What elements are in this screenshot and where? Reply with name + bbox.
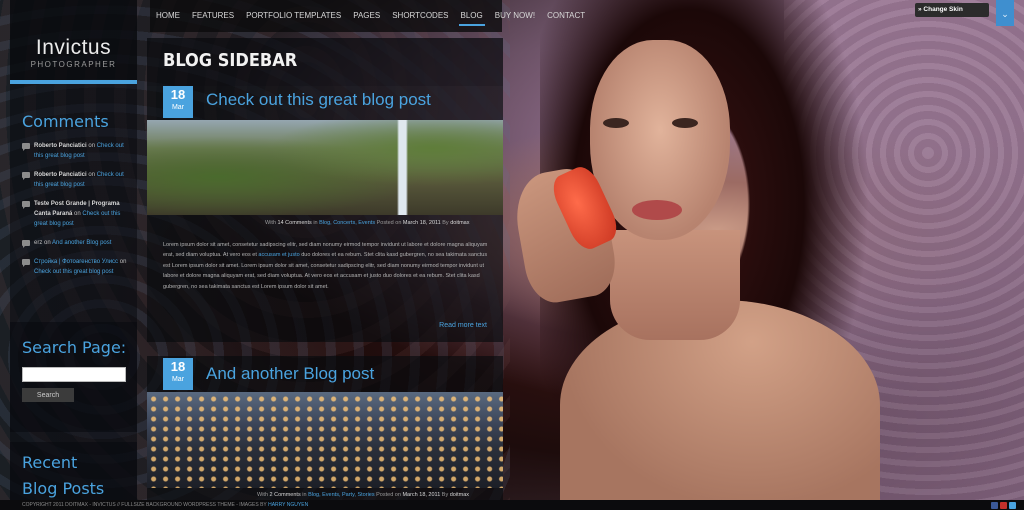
comment-item: Teste Post Grande | Programa Canta Paran…	[10, 199, 137, 229]
chevron-down-icon: ⌄	[1001, 9, 1009, 19]
search-input[interactable]	[22, 367, 126, 382]
comment-text: Roberto Panciatici on Check out this gre…	[34, 141, 134, 161]
blog-post: 18 Mar Check out this great blog post Wi…	[147, 86, 503, 342]
model-neck	[610, 230, 740, 340]
meta-with: With	[265, 220, 276, 226]
post-thumbnail-waterfall[interactable]	[147, 120, 503, 215]
date-badge: 18 Mar	[163, 86, 193, 118]
footer-credit-link[interactable]: HARRY NGUYEN	[268, 502, 308, 508]
search-title: Search Page:	[22, 338, 127, 357]
comment-on: on	[119, 259, 127, 265]
main-nav: HOME FEATURES PORTFOLIO TEMPLATES PAGES …	[150, 0, 585, 32]
comment-on: on	[44, 240, 51, 246]
search-widget: Search Page: Search	[10, 322, 137, 432]
comment-author[interactable]: Roberto Panciatici	[34, 172, 87, 178]
post-date: March 18, 2011	[402, 492, 441, 498]
comment-on: on	[88, 143, 96, 149]
meta-by: By	[441, 492, 449, 498]
page-title: BLOG SIDEBAR	[147, 38, 503, 86]
search-button[interactable]: Search	[22, 388, 74, 402]
recent-posts-title: Recent Blog Posts	[22, 453, 105, 498]
meta-in: in	[313, 220, 318, 226]
post-title[interactable]: Check out this great blog post	[206, 90, 431, 110]
footer-copyright: COPYRIGHT 2011 DOITMAX - INVICTUS // FUL…	[22, 502, 267, 508]
comment-on: on	[74, 211, 81, 217]
comments-title: Comments	[22, 112, 109, 131]
nav-home[interactable]: HOME	[150, 0, 186, 32]
model-lips	[632, 200, 682, 220]
post-meta: With 14 Comments in Blog, Concerts, Even…	[265, 220, 469, 226]
excerpt-link[interactable]: accusam et justo	[258, 252, 299, 258]
comment-author[interactable]: Roberto Panciatici	[34, 143, 87, 149]
post-title[interactable]: And another Blog post	[206, 364, 374, 384]
comment-on: on	[88, 172, 96, 178]
comment-author: erz	[34, 240, 43, 246]
post-categories[interactable]: Blog, Concerts, Events	[319, 220, 375, 226]
meta-posted: Posted on	[376, 220, 402, 226]
comment-text: Roberto Panciatici on Check out this gre…	[34, 170, 134, 190]
comment-item: erz on And another Blog post	[10, 238, 137, 248]
meta-by: By	[442, 220, 449, 226]
change-skin-button[interactable]: » Change Skin	[915, 3, 989, 17]
nav-blog[interactable]: BLOG	[455, 0, 489, 32]
comment-bubble-icon	[22, 201, 30, 209]
nav-buy-now[interactable]: BUY NOW!	[489, 0, 541, 32]
nav-pages[interactable]: PAGES	[347, 0, 386, 32]
meta-in: in	[302, 492, 307, 498]
main-content: BLOG SIDEBAR 18 Mar Check out this great…	[147, 38, 503, 500]
post-meta: With 2 Comments in Blog, Events, Party, …	[257, 492, 469, 498]
recent-posts-widget: Recent Blog Posts	[10, 442, 137, 500]
date-month: Mar	[171, 104, 185, 111]
youtube-icon[interactable]	[1000, 502, 1007, 509]
comment-bubble-icon	[22, 259, 30, 267]
comment-text: erz on And another Blog post	[34, 238, 134, 248]
comment-post-link[interactable]: And another Blog post	[52, 240, 111, 246]
model-eye	[672, 118, 698, 128]
comment-author[interactable]: Стройка | Фотоагенство Улисс	[34, 259, 118, 265]
post-thumbnail-city[interactable]	[147, 392, 503, 488]
nav-features[interactable]: FEATURES	[186, 0, 240, 32]
post-author[interactable]: doitmax	[450, 220, 469, 226]
comment-bubble-icon	[22, 143, 30, 151]
date-day: 18	[170, 87, 186, 102]
comments-widget: Comments Roberto Panciatici on Check out…	[10, 84, 137, 277]
comment-count[interactable]: 14 Comments	[278, 220, 312, 226]
facebook-icon[interactable]	[991, 502, 998, 509]
fullscreen-toggle[interactable]: ⌄	[996, 0, 1014, 26]
meta-with: With	[257, 492, 268, 498]
read-more-link[interactable]: Read more text	[439, 322, 487, 329]
model-eye	[603, 118, 629, 128]
comment-post-link[interactable]: Check out this great blog post	[34, 269, 113, 275]
date-day: 18	[170, 359, 186, 374]
footer: COPYRIGHT 2011 DOITMAX - INVICTUS // FUL…	[0, 500, 1024, 510]
nav-portfolio-templates[interactable]: PORTFOLIO TEMPLATES	[240, 0, 347, 32]
post-excerpt: Lorem ipsum dolor sit amet, consetetur s…	[163, 240, 495, 292]
comment-item: Roberto Panciatici on Check out this gre…	[10, 141, 137, 161]
comment-count[interactable]: 2 Comments	[270, 492, 301, 498]
post-categories[interactable]: Blog, Events, Party, Stories	[308, 492, 375, 498]
date-month: Mar	[171, 376, 185, 383]
post-author[interactable]: doitmax	[450, 492, 469, 498]
social-links	[991, 502, 1016, 509]
logo-subtitle: PHOTOGRAPHER	[30, 60, 117, 69]
sidebar: Invictus PHOTOGRAPHER Comments Roberto P…	[10, 0, 137, 500]
rss-icon[interactable]	[1009, 502, 1016, 509]
blog-post: 18 Mar And another Blog post With 2 Comm…	[147, 356, 503, 500]
date-badge: 18 Mar	[163, 358, 193, 390]
comment-text: Teste Post Grande | Programa Canta Paran…	[34, 199, 134, 229]
nav-shortcodes[interactable]: SHORTCODES	[386, 0, 454, 32]
comment-text: Стройка | Фотоагенство Улисс on Check ou…	[34, 257, 134, 277]
site-logo[interactable]: Invictus PHOTOGRAPHER	[10, 0, 137, 80]
post-date: March 18, 2011	[402, 220, 441, 226]
nav-contact[interactable]: CONTACT	[541, 0, 591, 32]
meta-posted: Posted on	[376, 492, 401, 498]
logo-title: Invictus	[35, 36, 112, 59]
comment-item: Roberto Panciatici on Check out this gre…	[10, 170, 137, 190]
comment-item: Стройка | Фотоагенство Улисс on Check ou…	[10, 257, 137, 277]
comment-bubble-icon	[22, 172, 30, 180]
comment-bubble-icon	[22, 240, 30, 248]
